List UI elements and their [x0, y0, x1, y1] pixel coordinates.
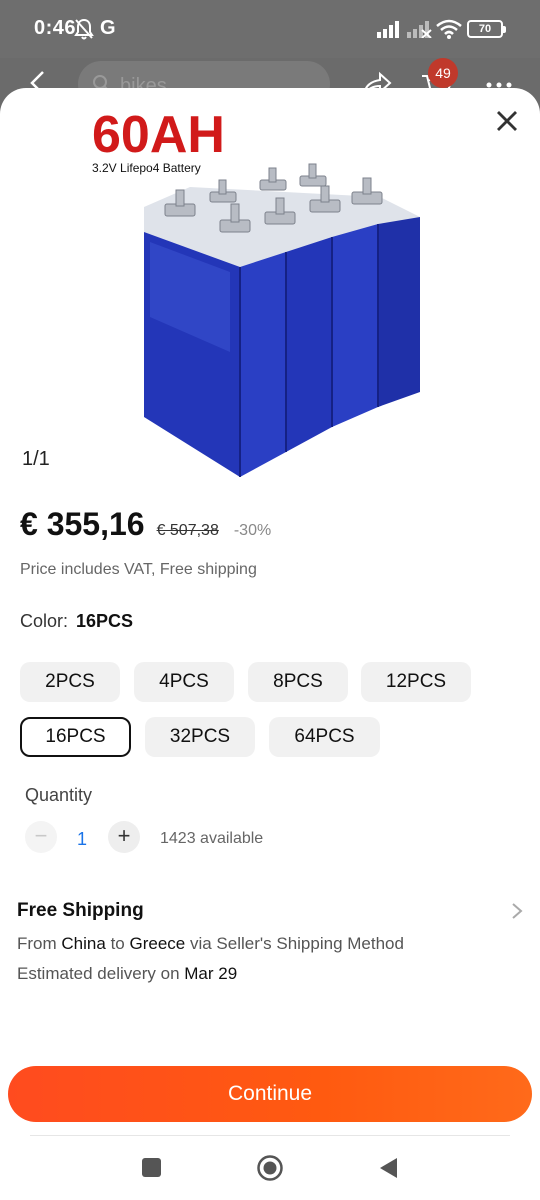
option-8pcs[interactable]: 8PCS: [248, 662, 348, 702]
available-stock: 1423 available: [160, 830, 264, 847]
discount-percentage: -30%: [233, 522, 272, 539]
status-time: 0:46: [34, 17, 77, 39]
image-subtitle-text: 3.2V Lifepo4 Battery: [92, 161, 201, 175]
delivery-prefix: Estimated delivery on: [17, 964, 180, 983]
home-icon[interactable]: [256, 1154, 284, 1182]
continue-button[interactable]: Continue: [8, 1066, 532, 1122]
option-2pcs[interactable]: 2PCS: [20, 662, 120, 702]
recents-icon[interactable]: [142, 1158, 161, 1177]
chevron-right-icon[interactable]: [510, 902, 524, 920]
quantity-increase-button[interactable]: +: [108, 821, 140, 853]
back-triangle-icon[interactable]: [378, 1156, 398, 1180]
original-price: € 507,38: [156, 522, 219, 539]
option-4pcs[interactable]: 4PCS: [134, 662, 234, 702]
signal-no-service-icon: [407, 21, 432, 38]
quantity-decrease-button[interactable]: −: [25, 821, 57, 853]
selected-color-value: 16PCS: [76, 611, 134, 631]
carrier-g-icon: G: [100, 17, 116, 39]
image-brand-text: 60AH: [92, 106, 225, 164]
color-label: Color: 16PCS: [20, 611, 133, 632]
option-32pcs[interactable]: 32PCS: [145, 717, 255, 757]
cart-count-badge: 49: [428, 58, 458, 88]
close-icon[interactable]: [494, 108, 520, 134]
sku-selection-sheet: 60AH 3.2V Lifepo4 Battery 1/1 € 355,16 €…: [0, 88, 540, 1200]
shipping-destination: Greece: [129, 934, 186, 953]
wifi-icon: [436, 19, 462, 39]
quantity-value[interactable]: 1: [66, 829, 98, 850]
shipping-title[interactable]: Free Shipping: [17, 900, 144, 922]
shipping-route: From China to Greece via Seller's Shippi…: [17, 934, 404, 954]
current-price: € 355,16: [20, 506, 145, 542]
color-label-text: Color:: [20, 611, 69, 631]
battery-icon: 70: [467, 20, 506, 38]
vat-shipping-note: Price includes VAT, Free shipping: [20, 561, 257, 578]
system-nav-bar: [0, 1140, 540, 1200]
price-row: € 355,16 € 507,38 -30%: [20, 506, 271, 546]
shipping-method: via Seller's Shipping Method: [189, 934, 404, 953]
status-bar: 0:46 G 70: [0, 0, 540, 58]
estimated-delivery: Estimated delivery on Mar 29: [17, 964, 237, 984]
option-64pcs[interactable]: 64PCS: [269, 717, 380, 757]
option-12pcs[interactable]: 12PCS: [361, 662, 471, 702]
delivery-date: Mar 29: [184, 964, 238, 983]
bell-muted-icon: [74, 18, 94, 40]
battery-illustration: 60AH 3.2V Lifepo4 Battery: [92, 106, 420, 477]
shipping-origin: China: [61, 934, 106, 953]
product-image[interactable]: 60AH 3.2V Lifepo4 Battery: [80, 92, 480, 492]
image-counter: 1/1: [22, 448, 50, 470]
signal-icon: [377, 21, 399, 38]
option-16pcs[interactable]: 16PCS: [20, 717, 131, 757]
shipping-to-word: to: [110, 934, 125, 953]
divider: [30, 1135, 510, 1136]
shipping-from-prefix: From: [17, 934, 57, 953]
quantity-label: Quantity: [25, 785, 93, 805]
